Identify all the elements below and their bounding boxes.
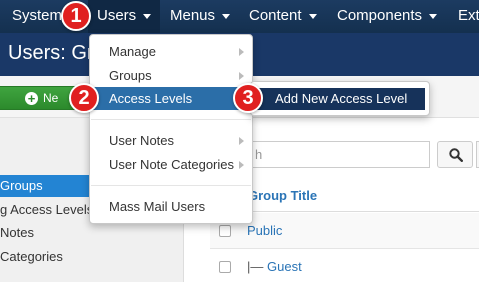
chevron-right-icon <box>239 72 244 80</box>
search-input[interactable]: h <box>248 141 430 168</box>
dropdown-divider <box>91 185 251 186</box>
dropdown-item-manage[interactable]: Manage <box>90 40 252 63</box>
menu-users-label: Users <box>97 7 137 24</box>
dropdown-item-mass-mail-users[interactable]: Mass Mail Users <box>90 195 252 218</box>
plus-circle-icon: + <box>25 92 38 105</box>
caret-down-icon <box>222 13 231 19</box>
sidebar-item-label: Categories <box>0 249 63 264</box>
step-badge-number: 3 <box>242 87 254 109</box>
sidebar-item-label: g Access Levels <box>0 202 94 217</box>
menu-content[interactable]: Content <box>249 0 317 33</box>
row-checkbox[interactable] <box>219 225 231 237</box>
search-icon <box>449 148 463 162</box>
menu-system-label: System <box>12 7 63 24</box>
table-row: |— Guest <box>210 249 479 282</box>
step-badge-3: 3 <box>233 83 263 113</box>
search-placeholder: h <box>255 147 263 162</box>
menu-components[interactable]: Components <box>337 0 438 33</box>
search-button[interactable] <box>437 141 473 168</box>
dropdown-item-user-note-categories[interactable]: User Note Categories <box>90 153 252 176</box>
dropdown-item-label: Mass Mail Users <box>109 199 206 214</box>
dropdown-item-groups[interactable]: Groups <box>90 64 252 87</box>
access-levels-submenu: Add New Access Level <box>250 81 430 116</box>
step-badge-1: 1 <box>61 1 91 31</box>
dropdown-item-access-levels[interactable]: Access Levels <box>90 87 252 110</box>
caret-down-icon <box>308 13 317 19</box>
submenu-item-label: Add New Access Level <box>275 91 408 106</box>
page-title: Users: Gr <box>8 42 94 64</box>
menu-system[interactable]: System <box>12 0 62 33</box>
submenu-item-add-new-access-level[interactable]: Add New Access Level <box>255 88 425 110</box>
menu-extensions[interactable]: Ext <box>458 0 479 33</box>
step-badge-number: 1 <box>70 5 82 27</box>
tree-prefix: |— <box>247 259 267 274</box>
caret-down-icon <box>143 13 152 19</box>
dropdown-item-label: Groups <box>109 68 152 83</box>
dropdown-item-label: Access Levels <box>109 91 193 106</box>
sidebar-item-label: Groups <box>0 178 43 193</box>
dropdown-item-label: User Note Categories <box>109 157 234 172</box>
menu-components-label: Components <box>337 7 423 24</box>
new-button-label: Ne <box>43 91 59 105</box>
caret-down-icon <box>429 13 438 19</box>
dropdown-divider <box>91 119 251 120</box>
chevron-right-icon <box>239 137 244 145</box>
chevron-right-icon <box>239 48 244 56</box>
step-badge-2: 2 <box>69 83 99 113</box>
sidebar-item-label: Notes <box>0 225 34 240</box>
menu-menus[interactable]: Menus <box>170 0 231 33</box>
column-group-title[interactable]: Group Title <box>248 188 317 203</box>
group-link[interactable]: Public <box>247 223 282 238</box>
step-badge-number: 2 <box>78 87 90 109</box>
sidebar-item-categories[interactable]: Categories <box>0 246 184 268</box>
group-name: Guest <box>267 259 302 274</box>
menu-content-label: Content <box>249 7 302 24</box>
dropdown-item-user-notes[interactable]: User Notes <box>90 129 252 152</box>
menu-extensions-label: Ext <box>458 7 479 24</box>
dropdown-item-label: Manage <box>109 44 156 59</box>
dropdown-item-label: User Notes <box>109 133 175 148</box>
users-dropdown-menu: Manage Groups Access Levels User Notes U… <box>89 34 253 224</box>
group-name: Public <box>247 223 283 238</box>
chevron-right-icon <box>239 161 244 169</box>
group-link[interactable]: |— Guest <box>247 259 302 274</box>
row-checkbox[interactable] <box>219 261 231 273</box>
sidebar-item-notes[interactable]: Notes <box>0 222 184 244</box>
menu-menus-label: Menus <box>170 7 216 24</box>
menu-users[interactable]: Users <box>88 0 161 33</box>
